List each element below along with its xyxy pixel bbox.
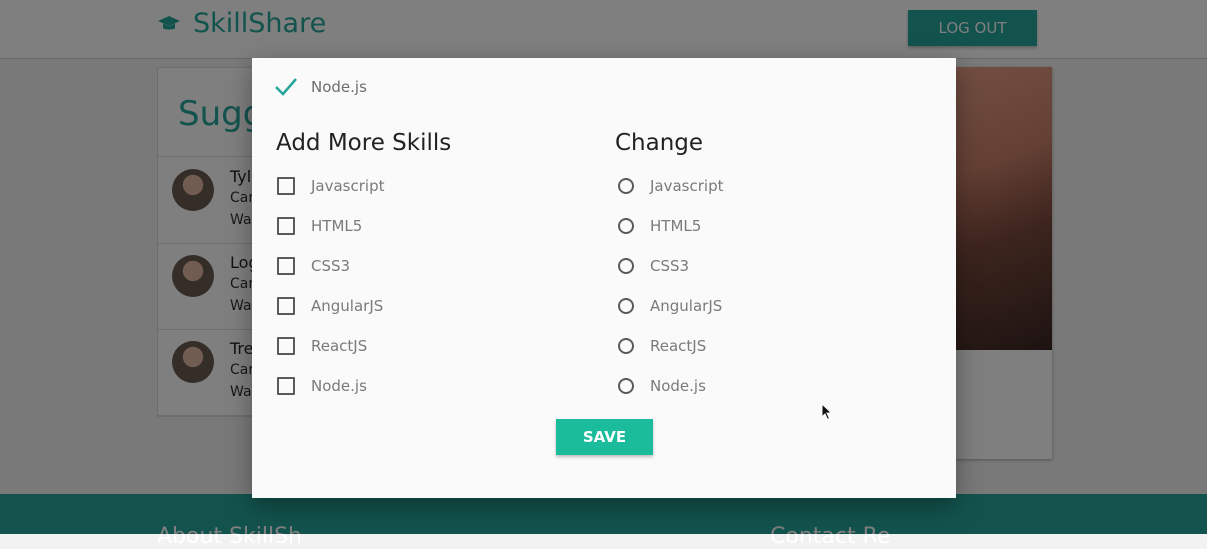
change-skill-option[interactable]: ReactJS	[615, 336, 706, 356]
current-skill-label: Node.js	[311, 78, 367, 96]
change-skill-option[interactable]: AngularJS	[615, 296, 722, 316]
radio-button[interactable]	[618, 218, 634, 234]
save-button[interactable]: SAVE	[556, 419, 653, 455]
radio-button[interactable]	[618, 178, 634, 194]
change-skill-option[interactable]: HTML5	[615, 216, 701, 236]
skills-modal: Node.js Add More Skills Javascript HTML5…	[252, 58, 956, 498]
checkbox[interactable]	[277, 217, 295, 235]
change-skill-option[interactable]: Node.js	[615, 376, 706, 396]
change-skill-column: Change Javascript HTML5 CSS3 AngularJS R…	[615, 130, 723, 395]
checkmark-icon	[275, 78, 297, 96]
add-skill-option[interactable]: ReactJS	[276, 336, 367, 356]
add-skill-option[interactable]: AngularJS	[276, 296, 383, 316]
skill-label: ReactJS	[311, 337, 368, 355]
current-skill: Node.js	[274, 76, 367, 98]
change-skill-title: Change	[615, 130, 704, 156]
skill-label: CSS3	[650, 257, 690, 275]
skill-label: CSS3	[311, 257, 351, 275]
add-skill-option[interactable]: CSS3	[276, 256, 350, 276]
radio-button[interactable]	[618, 258, 634, 274]
mouse-pointer-icon	[821, 403, 833, 421]
add-skills-title: Add More Skills	[276, 130, 452, 156]
radio-button[interactable]	[618, 298, 634, 314]
change-skill-option[interactable]: Javascript	[615, 176, 723, 196]
checkbox[interactable]	[277, 257, 295, 275]
skill-label: AngularJS	[650, 297, 723, 315]
change-skill-option[interactable]: CSS3	[615, 256, 689, 276]
skill-label: ReactJS	[650, 337, 707, 355]
checkbox[interactable]	[277, 297, 295, 315]
skill-label: Node.js	[650, 377, 706, 395]
skill-label: HTML5	[650, 217, 702, 235]
skill-label: Javascript	[650, 177, 724, 195]
skill-label: HTML5	[311, 217, 363, 235]
add-skills-column: Add More Skills Javascript HTML5 CSS3 An…	[276, 130, 452, 395]
skill-label: AngularJS	[311, 297, 384, 315]
checkbox[interactable]	[277, 337, 295, 355]
skill-label: Javascript	[311, 177, 385, 195]
checkbox[interactable]	[277, 177, 295, 195]
skill-label: Node.js	[311, 377, 367, 395]
radio-button[interactable]	[618, 378, 634, 394]
add-skill-option[interactable]: Node.js	[276, 376, 367, 396]
radio-button[interactable]	[618, 338, 634, 354]
checkbox[interactable]	[277, 377, 295, 395]
add-skill-option[interactable]: Javascript	[276, 176, 384, 196]
add-skill-option[interactable]: HTML5	[276, 216, 362, 236]
